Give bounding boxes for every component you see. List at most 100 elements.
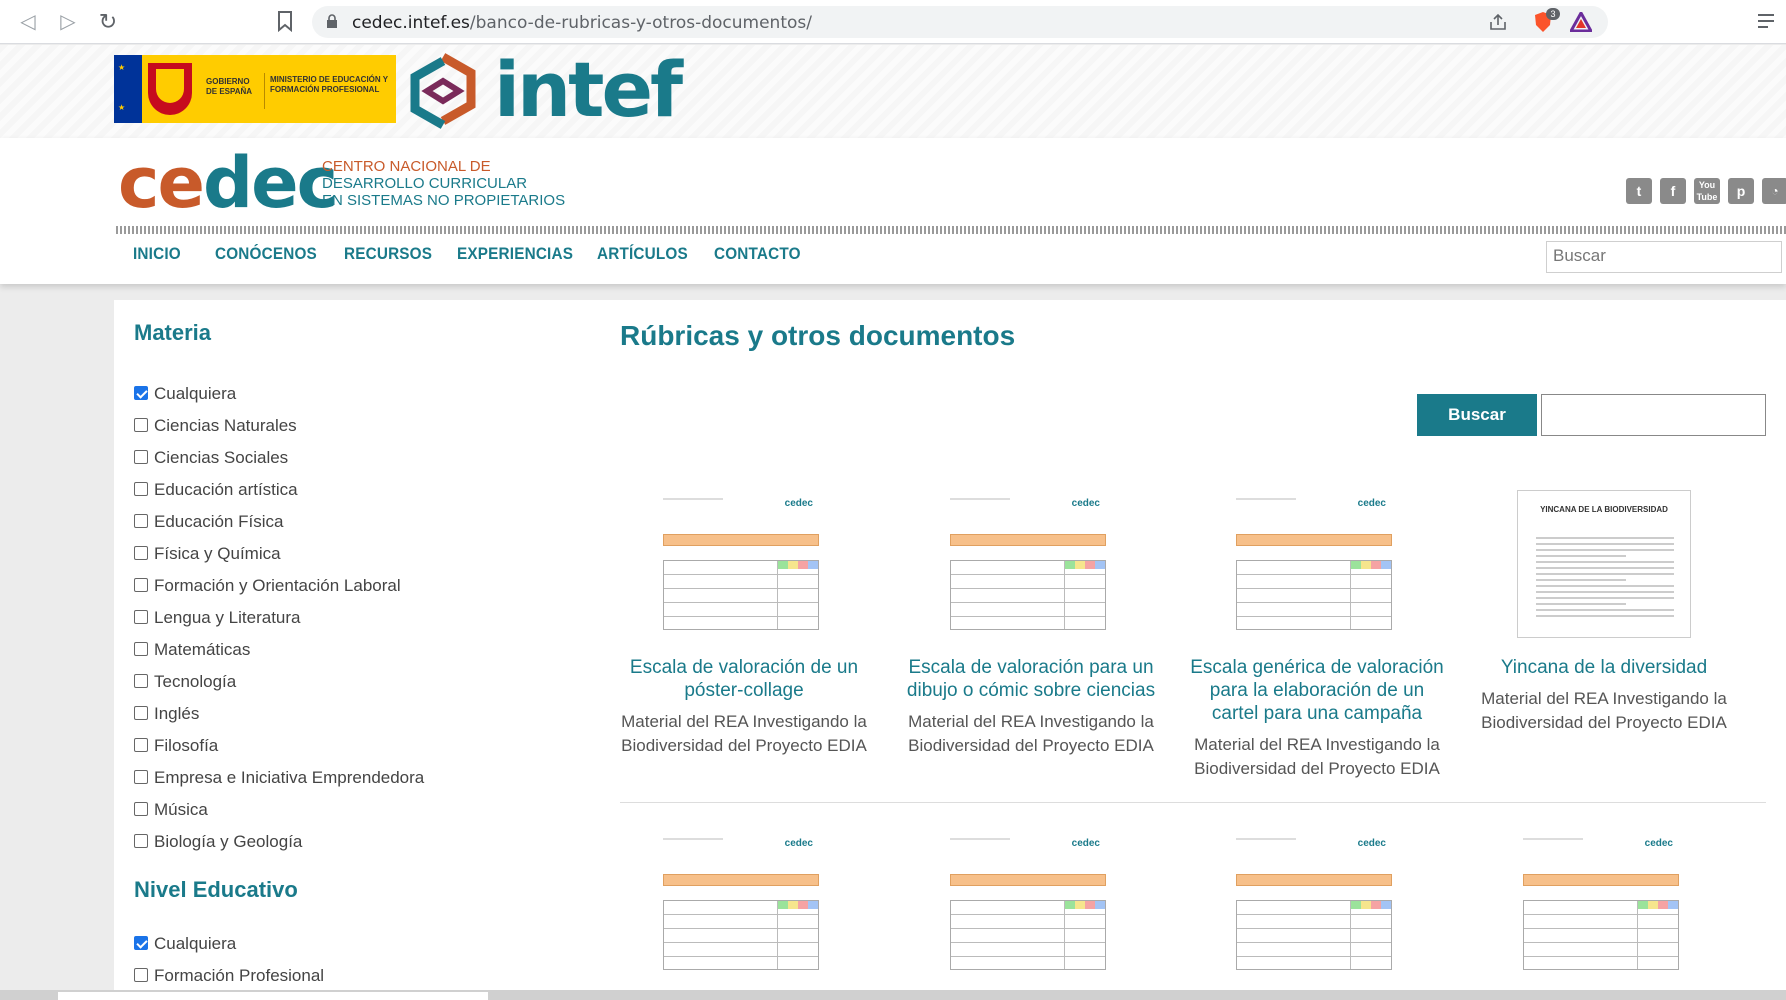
- filter-item[interactable]: Empresa e Iniciativa Emprendedora: [134, 768, 424, 788]
- address-bar[interactable]: cedec.intef.es/banco-de-rubricas-y-otros…: [312, 6, 1608, 38]
- site-header: cedec CENTRO NACIONAL DE DESARROLLO CURR…: [0, 138, 1786, 284]
- header-search-input[interactable]: Buscar: [1546, 241, 1782, 273]
- filter-checkbox[interactable]: [134, 578, 148, 592]
- ministry-logo[interactable]: GOBIERNO DE ESPAÑA MINISTERIO DE EDUCACI…: [198, 55, 396, 123]
- twitter-icon[interactable]: t: [1626, 178, 1652, 204]
- result-thumbnail[interactable]: YINCANA DE LA BIODIVERSIDAD: [1517, 490, 1691, 638]
- filter-item[interactable]: Lengua y Literatura: [134, 608, 301, 628]
- rewards-triangle-icon[interactable]: [1570, 12, 1592, 32]
- page-title: Rúbricas y otros documentos: [620, 320, 1016, 351]
- result-title-link[interactable]: Escala de valoración para un dibujo o có…: [901, 656, 1161, 702]
- filter-checkbox[interactable]: [134, 802, 148, 816]
- search-input[interactable]: [1541, 394, 1766, 436]
- filter-item[interactable]: Biología y Geología: [134, 832, 302, 852]
- thumbnail-logo: cedec: [784, 498, 813, 509]
- result-card[interactable]: cedec Escala de valoración para un dibujo…: [901, 490, 1161, 758]
- result-card[interactable]: cedec: [614, 830, 874, 978]
- result-title-link[interactable]: Escala genérica de valoración para la el…: [1187, 656, 1447, 725]
- search-button[interactable]: Buscar: [1417, 394, 1537, 436]
- result-thumbnail[interactable]: cedec: [1230, 830, 1404, 978]
- result-thumbnail[interactable]: cedec: [657, 490, 831, 638]
- nav-recursos[interactable]: RECURSOS: [344, 244, 432, 264]
- filter-label: Matemáticas: [154, 640, 251, 659]
- rss-icon[interactable]: ◔: [1762, 178, 1786, 204]
- intef-mark-icon[interactable]: [405, 51, 481, 131]
- nav-inicio[interactable]: INICIO: [133, 244, 181, 264]
- cedec-logo-part2: dec: [202, 142, 338, 224]
- filter-item[interactable]: Matemáticas: [134, 640, 250, 660]
- filter-checkbox[interactable]: [134, 834, 148, 848]
- result-thumbnail[interactable]: cedec: [1517, 830, 1691, 978]
- youtube-icon[interactable]: You Tube: [1694, 178, 1720, 204]
- filter-checkbox[interactable]: [134, 546, 148, 560]
- nav-articulos[interactable]: ARTÍCULOS: [597, 244, 688, 264]
- lock-icon[interactable]: [326, 14, 338, 28]
- result-thumbnail[interactable]: cedec: [657, 830, 831, 978]
- nav-conocenos[interactable]: CONÓCENOS: [215, 244, 317, 264]
- result-title-link[interactable]: Yincana de la diversidad: [1474, 656, 1734, 679]
- facebook-icon[interactable]: f: [1660, 178, 1686, 204]
- thumbnail-logo: cedec: [1644, 838, 1673, 849]
- brave-badge: 3: [1546, 8, 1560, 20]
- filter-checkbox[interactable]: [134, 936, 148, 950]
- filter-item[interactable]: Tecnología: [134, 672, 236, 692]
- reload-icon[interactable]: ↻: [96, 10, 120, 34]
- filter-checkbox[interactable]: [134, 482, 148, 496]
- result-title-link[interactable]: Escala de valoración de un póster-collag…: [614, 656, 874, 702]
- filter-label: Ciencias Naturales: [154, 416, 297, 435]
- pinterest-icon[interactable]: p: [1728, 178, 1754, 204]
- intef-logo[interactable]: intef: [494, 47, 683, 133]
- filter-checkbox[interactable]: [134, 514, 148, 528]
- back-icon[interactable]: ◁: [16, 10, 40, 34]
- filter-item[interactable]: Cualquiera: [134, 384, 236, 404]
- filter-item[interactable]: Inglés: [134, 704, 199, 724]
- cedec-logo[interactable]: cedec: [118, 142, 338, 224]
- filter-checkbox[interactable]: [134, 770, 148, 784]
- ministry-text: MINISTERIO DE EDUCACIÓN Y FORMACIÓN PROF…: [270, 75, 388, 94]
- share-icon[interactable]: [1488, 12, 1508, 32]
- cedec-subtitle-line3: EN SISTEMAS NO PROPIETARIOS: [322, 192, 566, 209]
- filter-item[interactable]: Música: [134, 800, 208, 820]
- filter-item[interactable]: Ciencias Sociales: [134, 448, 288, 468]
- result-thumbnail[interactable]: cedec: [944, 830, 1118, 978]
- eu-flag-icon: ★ ★: [114, 55, 142, 123]
- filter-item[interactable]: Educación artística: [134, 480, 298, 500]
- filter-checkbox[interactable]: [134, 610, 148, 624]
- filter-item[interactable]: Cualquiera: [134, 934, 236, 954]
- filter-item[interactable]: Ciencias Naturales: [134, 416, 297, 436]
- result-thumbnail[interactable]: cedec: [944, 490, 1118, 638]
- nav-contacto[interactable]: CONTACTO: [714, 244, 801, 264]
- result-card[interactable]: cedec Escala de valoración de un póster-c…: [614, 490, 874, 758]
- url-path: /banco-de-rubricas-y-otros-documentos/: [469, 13, 812, 33]
- filter-checkbox[interactable]: [134, 968, 148, 982]
- filter-checkbox[interactable]: [134, 642, 148, 656]
- filter-item[interactable]: Formación y Orientación Laboral: [134, 576, 401, 596]
- filter-label: Tecnología: [154, 672, 237, 691]
- nav-experiencias[interactable]: EXPERIENCIAS: [457, 244, 573, 264]
- bookmark-icon[interactable]: [276, 10, 294, 32]
- main-content: Materia Cualquiera Ciencias Naturales Cien…: [114, 300, 1786, 1000]
- result-card[interactable]: cedec Escala genérica de valoración para …: [1187, 490, 1447, 781]
- filter-checkbox[interactable]: [134, 706, 148, 720]
- cedec-logo-part1: ce: [118, 142, 205, 224]
- result-card[interactable]: cedec: [1474, 830, 1734, 978]
- cedec-subtitle-line2: DESARROLLO CURRICULAR: [322, 175, 528, 192]
- url-text[interactable]: cedec.intef.es/banco-de-rubricas-y-otros…: [352, 13, 812, 33]
- filter-checkbox[interactable]: [134, 418, 148, 432]
- materia-title: Materia: [134, 320, 212, 345]
- result-thumbnail[interactable]: cedec: [1230, 490, 1404, 638]
- filter-checkbox[interactable]: [134, 674, 148, 688]
- filter-item[interactable]: Educación Física: [134, 512, 283, 532]
- menu-icon[interactable]: [1756, 11, 1776, 31]
- filter-checkbox[interactable]: [134, 450, 148, 464]
- result-card[interactable]: cedec: [1187, 830, 1447, 978]
- filter-item[interactable]: Filosofía: [134, 736, 218, 756]
- filter-checkbox[interactable]: [134, 386, 148, 400]
- result-card[interactable]: cedec: [901, 830, 1161, 978]
- filter-item[interactable]: Física y Química: [134, 544, 281, 564]
- filter-checkbox[interactable]: [134, 738, 148, 752]
- result-card[interactable]: YINCANA DE LA BIODIVERSIDAD Yincana de la…: [1474, 490, 1734, 735]
- filter-label: Biología y Geología: [154, 832, 303, 851]
- filter-item[interactable]: Formación Profesional: [134, 966, 324, 986]
- forward-icon[interactable]: ▷: [56, 10, 80, 34]
